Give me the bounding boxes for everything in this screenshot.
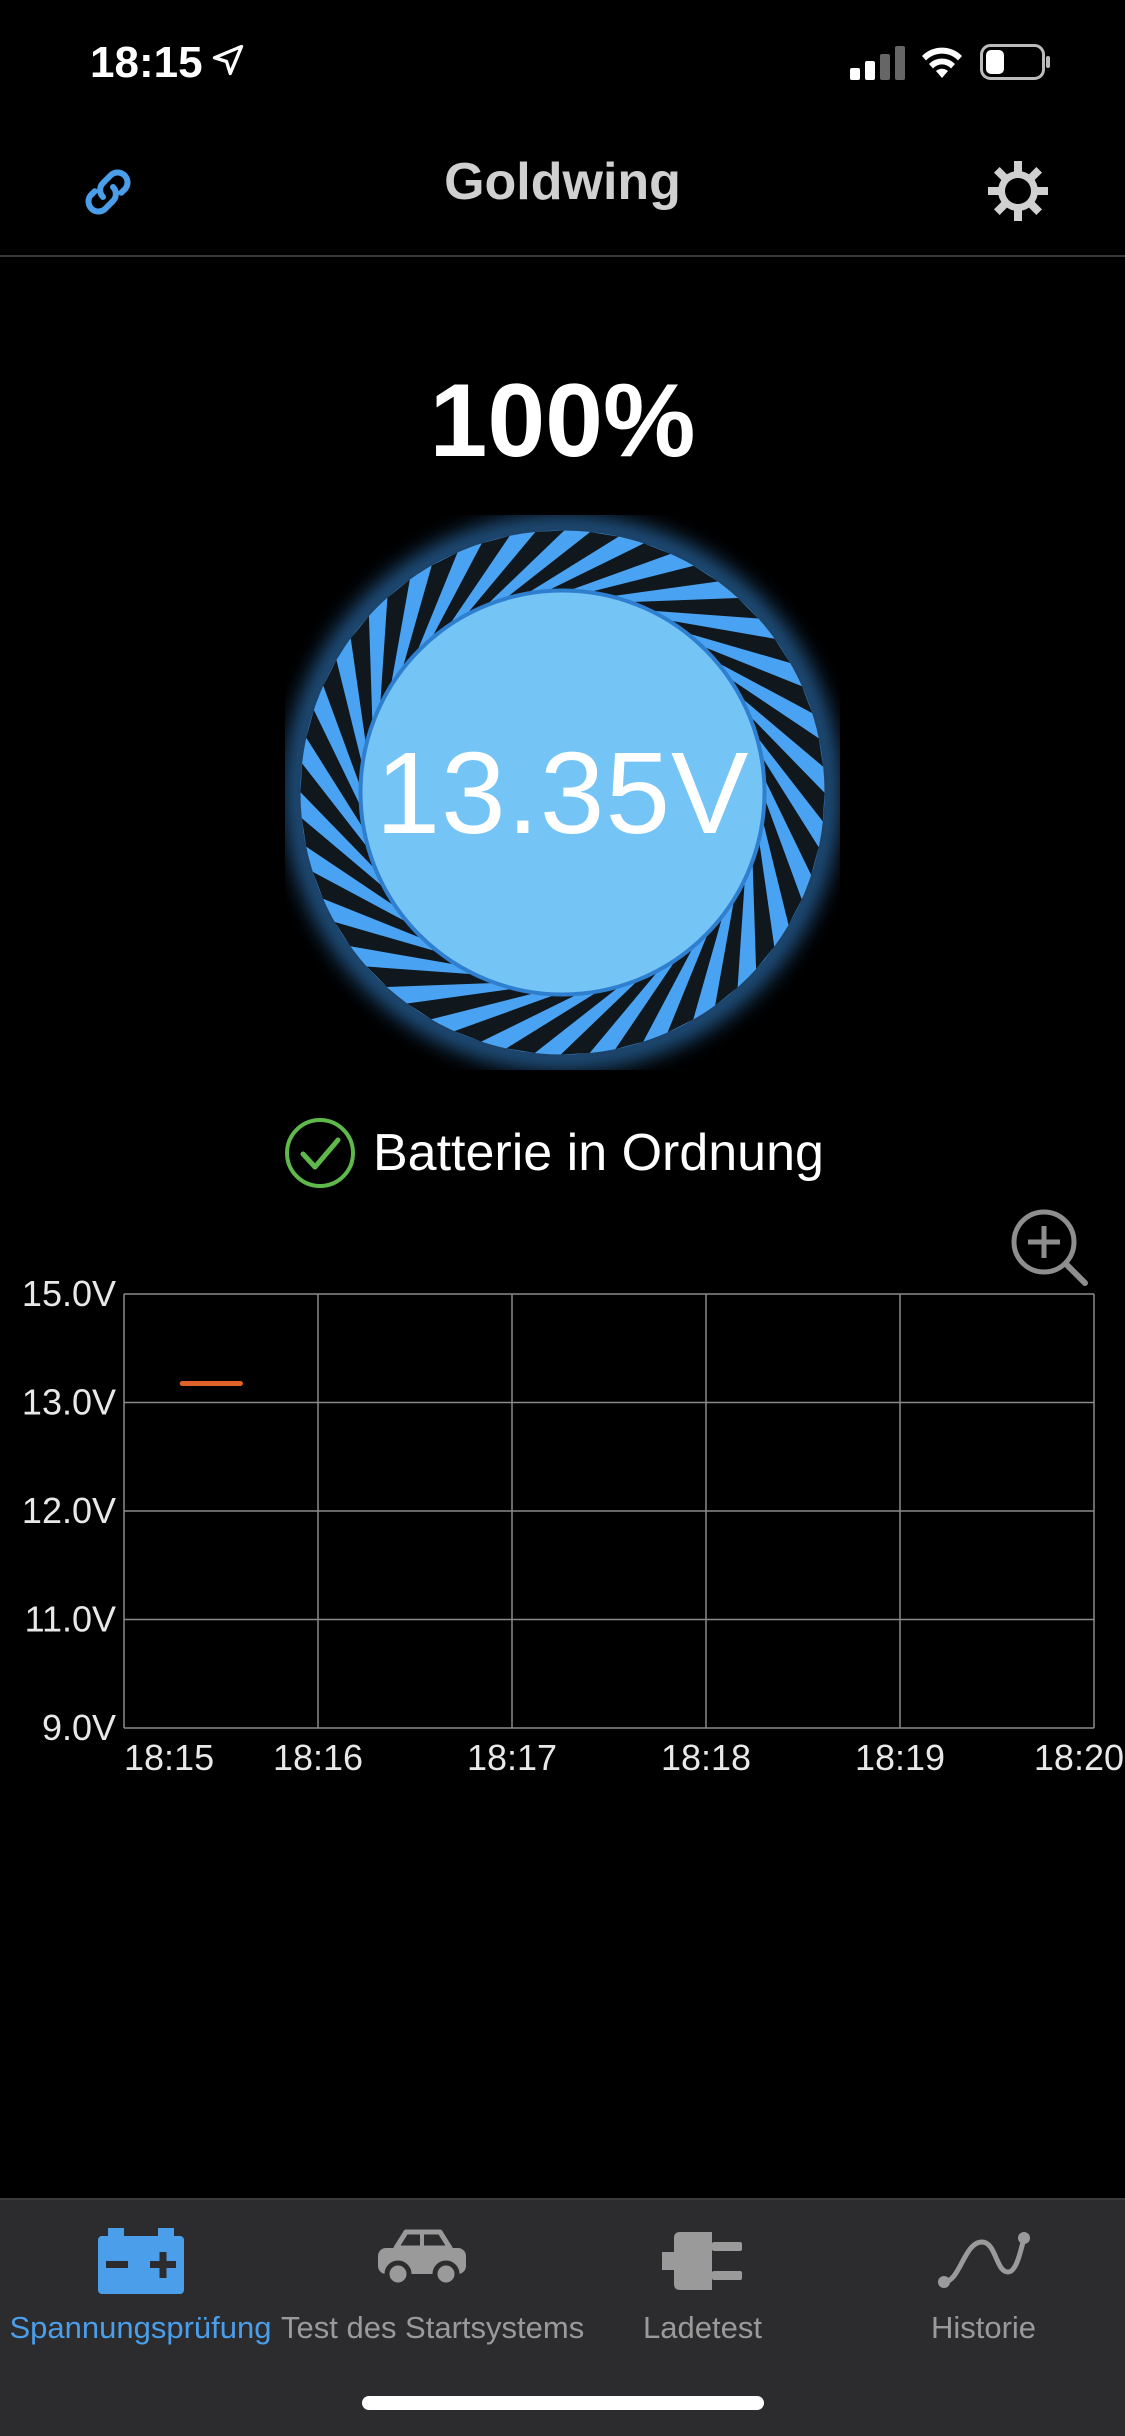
check-circle-icon [285, 1118, 355, 1188]
y-tick-label: 15.0V [22, 1273, 116, 1314]
battery-icon [97, 2228, 184, 2294]
tab-start-system-test[interactable]: Test des Startsystems [281, 2200, 585, 2360]
battery-status-text: Batterie in Ordnung [373, 1124, 824, 1182]
y-tick-label: 12.0V [22, 1490, 116, 1531]
gear-icon[interactable] [985, 158, 1051, 224]
curve-icon [937, 2232, 1030, 2288]
page-title: Goldwing [444, 153, 681, 211]
tab-label: Test des Startsystems [281, 2310, 585, 2345]
x-tick-label: 18:17 [467, 1737, 557, 1778]
battery-status: Batterie in Ordnung [283, 1113, 824, 1193]
y-tick-label: 11.0V [25, 1599, 116, 1640]
cellular-signal-icon [850, 46, 905, 80]
tab-voltage-test[interactable]: Spannungsprüfung [0, 2200, 281, 2360]
charge-percent: 100% [429, 363, 696, 479]
x-tick-label: 18:20 [1034, 1737, 1124, 1778]
plug-icon [661, 2232, 742, 2290]
car-icon [377, 2229, 466, 2288]
location-arrow-icon [212, 44, 244, 76]
tab-label: Historie [930, 2310, 1037, 2345]
home-indicator[interactable] [362, 2396, 764, 2410]
x-tick-label: 18:15 [124, 1737, 214, 1778]
x-tick-label: 18:18 [661, 1737, 751, 1778]
tab-label: Ladetest [643, 2310, 762, 2345]
tab-label: Spannungsprüfung [9, 2310, 272, 2345]
y-tick-label: 13.0V [22, 1382, 116, 1423]
tab-history[interactable]: Historie [843, 2200, 1124, 2360]
y-tick-label: 9.0V [42, 1707, 116, 1748]
screen: 18:15 Goldwing 100% 13.35V Batterie in O… [0, 0, 1125, 2436]
status-time: 18:15 [90, 38, 203, 87]
tab-charge-test[interactable]: Ladetest [562, 2200, 843, 2360]
voltage-value: 13.35V [375, 727, 750, 858]
x-tick-label: 18:16 [273, 1737, 363, 1778]
x-tick-label: 18:19 [855, 1737, 945, 1778]
wifi-icon [922, 47, 962, 78]
battery-status-icon [980, 44, 1050, 80]
status-bar: 18:15 [0, 0, 1125, 120]
voltage-chart: 15.0V 13.0V 12.0V 11.0V 9.0V18:15 18:16 18:17 1… [22, 1273, 1124, 1778]
nav-bar: Goldwing [0, 120, 1125, 257]
